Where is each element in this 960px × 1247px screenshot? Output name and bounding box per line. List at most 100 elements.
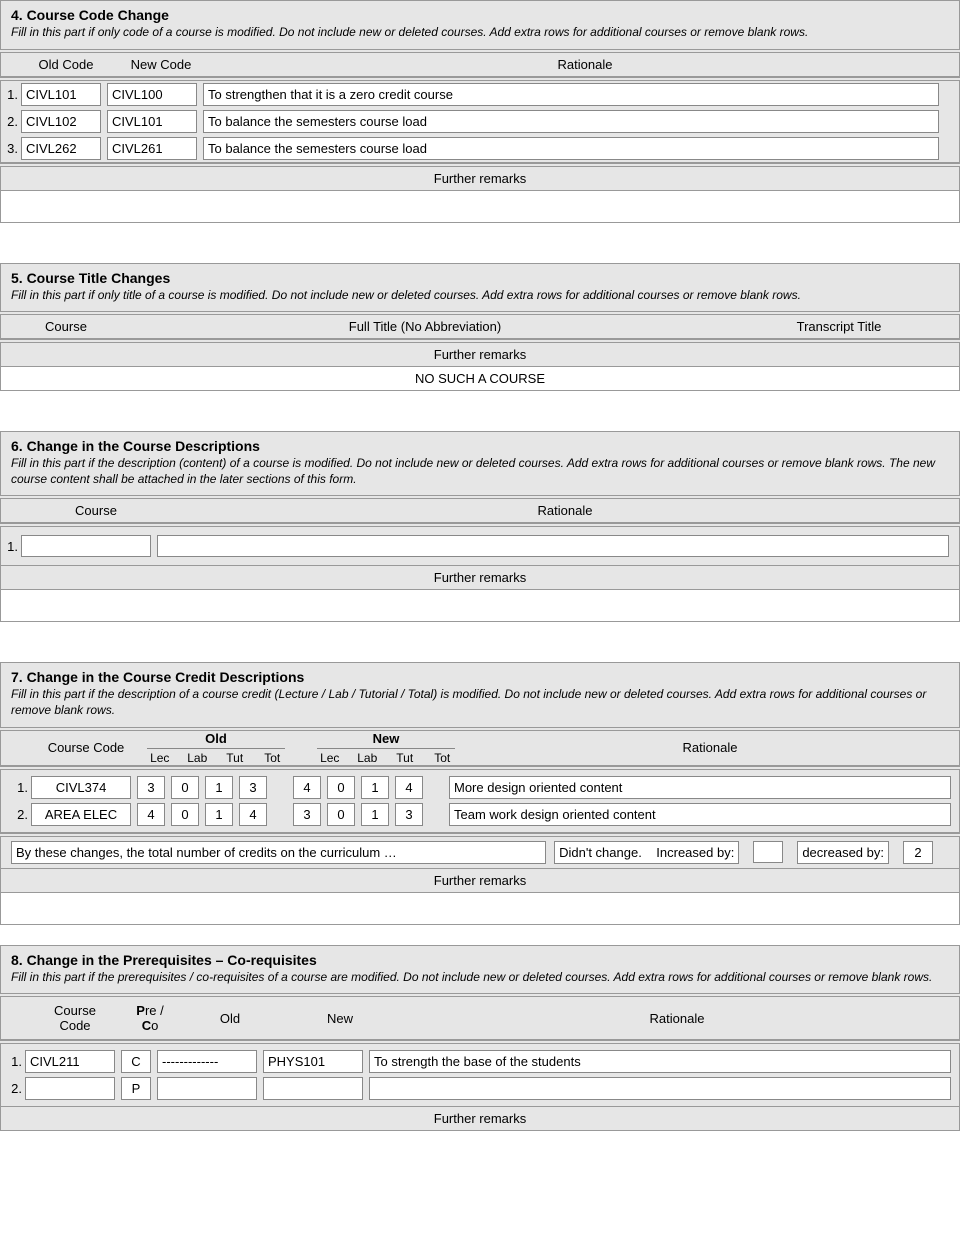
section-6-course-descriptions: 6. Change in the Course Descriptions Fil… (0, 431, 960, 622)
section-title: 8. Change in the Prerequisites – Co-requ… (11, 952, 949, 968)
old-code-field[interactable]: CIVL262 (21, 137, 101, 160)
further-remarks-body[interactable] (0, 590, 960, 622)
rationale-field[interactable] (369, 1077, 951, 1100)
row-number: 2. (1, 1081, 25, 1096)
header-new-code: New Code (111, 57, 211, 72)
decreased-by-label: decreased by: (797, 841, 889, 864)
header-course-code: Course Code (31, 731, 141, 765)
section-header: 7. Change in the Course Credit Descripti… (0, 662, 960, 726)
section-title: 6. Change in the Course Descriptions (11, 438, 949, 454)
row-number: 3. (1, 141, 21, 156)
new-tot-field[interactable]: 3 (395, 803, 423, 826)
header-rationale: Rationale (461, 731, 959, 765)
row-number: 1. (1, 1054, 25, 1069)
header-pre-co: Pre / Co (125, 1003, 175, 1033)
header-rationale: Rationale (395, 1003, 959, 1033)
section-4-course-code-change: 4. Course Code Change Fill in this part … (0, 0, 960, 223)
header-rationale: Rationale (211, 57, 959, 72)
old-tut-field[interactable]: 1 (205, 776, 233, 799)
rationale-field[interactable]: Team work design oriented content (449, 803, 951, 826)
column-headers: Course Full Title (No Abbreviation) Tran… (0, 315, 960, 339)
old-field[interactable] (157, 1077, 257, 1100)
decreased-by-value[interactable]: 2 (903, 841, 933, 864)
header-old-code: Old Code (21, 57, 111, 72)
new-tot-field[interactable]: 4 (395, 776, 423, 799)
old-lec-field[interactable]: 3 (137, 776, 165, 799)
old-code-field[interactable]: CIVL101 (21, 83, 101, 106)
section-8-prerequisites: 8. Change in the Prerequisites – Co-requ… (0, 945, 960, 1132)
old-lab-field[interactable]: 0 (171, 776, 199, 799)
row-number: 1. (1, 87, 21, 102)
old-tot-field[interactable]: 3 (239, 776, 267, 799)
rationale-field[interactable] (157, 535, 949, 557)
column-headers: Old Code New Code Rationale (0, 53, 960, 77)
old-code-field[interactable]: CIVL102 (21, 110, 101, 133)
table-row: 1. (0, 527, 960, 566)
new-lec-field[interactable]: 3 (293, 803, 321, 826)
further-remarks-body[interactable]: NO SUCH A COURSE (0, 367, 960, 391)
summary-text: By these changes, the total number of cr… (11, 841, 546, 864)
new-lec-field[interactable]: 4 (293, 776, 321, 799)
further-remarks-body[interactable] (0, 191, 960, 223)
row-number: 2. (1, 807, 31, 822)
rationale-field[interactable]: To strength the base of the students (369, 1050, 951, 1073)
row-number: 1. (1, 780, 31, 795)
section-desc: Fill in this part if only code of a cour… (11, 25, 949, 41)
table-row: 1. CIVL101 CIVL100 To strengthen that it… (0, 81, 960, 108)
course-code-field[interactable]: AREA ELEC (31, 803, 131, 826)
section-5-course-title-changes: 5. Course Title Changes Fill in this par… (0, 263, 960, 392)
new-tut-field[interactable]: 1 (361, 803, 389, 826)
new-lab-field[interactable]: 0 (327, 803, 355, 826)
old-tut-field[interactable]: 1 (205, 803, 233, 826)
section-header: 4. Course Code Change Fill in this part … (0, 0, 960, 49)
section-title: 4. Course Code Change (11, 7, 949, 23)
table-row: 2. CIVL102 CIVL101 To balance the semest… (0, 108, 960, 135)
course-code-field[interactable] (25, 1077, 115, 1100)
further-remarks-header: Further remarks (0, 343, 960, 367)
pre-co-field[interactable]: P (121, 1077, 151, 1100)
row-number: 2. (1, 114, 21, 129)
course-field[interactable] (21, 535, 151, 557)
new-tut-field[interactable]: 1 (361, 776, 389, 799)
new-code-field[interactable]: CIVL100 (107, 83, 197, 106)
new-field[interactable]: PHYS101 (263, 1050, 363, 1073)
section-header: 5. Course Title Changes Fill in this par… (0, 263, 960, 312)
section-header: 8. Change in the Prerequisites – Co-requ… (0, 945, 960, 994)
course-code-field[interactable]: CIVL374 (31, 776, 131, 799)
increased-by-value[interactable] (753, 841, 783, 863)
header-full-title: Full Title (No Abbreviation) (131, 319, 719, 334)
table-row: 1. CIVL211 C ------------- PHYS101 To st… (0, 1044, 960, 1075)
section-title: 5. Course Title Changes (11, 270, 949, 286)
further-remarks-body[interactable] (0, 893, 960, 925)
new-code-field[interactable]: CIVL101 (107, 110, 197, 133)
old-lec-field[interactable]: 4 (137, 803, 165, 826)
section-desc: Fill in this part if the description (co… (11, 456, 949, 487)
further-remarks-header: Further remarks (0, 1107, 960, 1131)
course-code-field[interactable]: CIVL211 (25, 1050, 115, 1073)
header-course: Course (1, 319, 131, 334)
rationale-field[interactable]: To balance the semesters course load (203, 137, 939, 160)
header-old: Old (175, 1003, 285, 1033)
column-headers: CourseCode Pre / Co Old New Rationale (0, 997, 960, 1040)
header-rationale: Rationale (171, 503, 959, 518)
header-course-code: CourseCode (25, 1003, 125, 1033)
header-old-group: Old Lec Lab Tut Tot (141, 731, 291, 765)
old-tot-field[interactable]: 4 (239, 803, 267, 826)
new-lab-field[interactable]: 0 (327, 776, 355, 799)
new-code-field[interactable]: CIVL261 (107, 137, 197, 160)
pre-co-field[interactable]: C (121, 1050, 151, 1073)
header-transcript-title: Transcript Title (719, 319, 959, 334)
rationale-field[interactable]: To strengthen that it is a zero credit c… (203, 83, 939, 106)
header-new: New (285, 1003, 395, 1033)
section-desc: Fill in this part if the description of … (11, 687, 949, 718)
old-field[interactable]: ------------- (157, 1050, 257, 1073)
rationale-field[interactable]: More design oriented content (449, 776, 951, 799)
rationale-field[interactable]: To balance the semesters course load (203, 110, 939, 133)
section-header: 6. Change in the Course Descriptions Fil… (0, 431, 960, 495)
table-row: 2. P (0, 1075, 960, 1107)
old-lab-field[interactable]: 0 (171, 803, 199, 826)
section-title: 7. Change in the Course Credit Descripti… (11, 669, 949, 685)
new-field[interactable] (263, 1077, 363, 1100)
section-desc: Fill in this part if the prerequisites /… (11, 970, 949, 986)
didnt-change-cell: Didn't change. Increased by: (554, 841, 739, 864)
